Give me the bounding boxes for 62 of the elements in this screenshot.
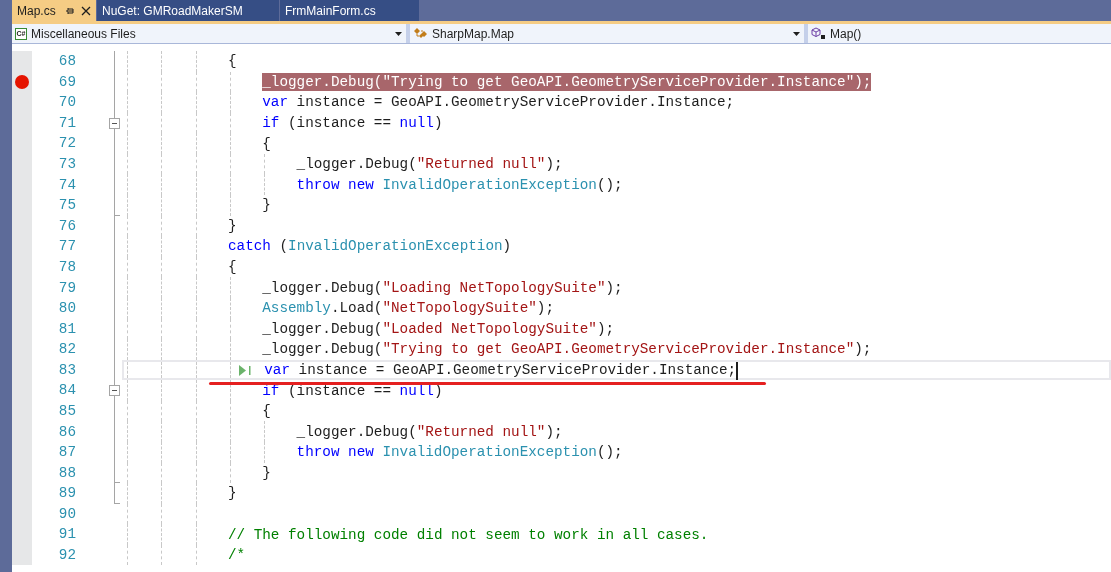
line-number: 86	[58, 424, 76, 439]
code-line: // The following code did not seem to work in all cases.	[227, 525, 709, 544]
line-number: 72	[58, 136, 76, 151]
method-icon	[811, 27, 826, 40]
code-line: var instance = GeoAPI.GeometryServiceProvider.Instance;	[262, 93, 735, 112]
code-line: {	[227, 52, 237, 71]
line-number: 82	[58, 342, 76, 357]
line-number: 80	[58, 301, 76, 316]
line-number: 90	[58, 506, 76, 522]
text-cursor	[736, 361, 738, 380]
editor-tab[interactable]: NuGet: GMRoadMakerSM	[97, 0, 279, 21]
code-line: }	[227, 216, 237, 235]
code-line: }	[262, 463, 271, 482]
line-number: 92	[58, 548, 76, 563]
navigation-dropdown[interactable]: Map()	[808, 24, 1111, 43]
line-number: 76	[58, 218, 76, 234]
code-line: _logger.Debug("Returned null");	[296, 155, 563, 174]
line-number: 78	[58, 259, 76, 275]
code-line: {	[262, 402, 271, 421]
code-line: /*	[227, 546, 246, 565]
line-number: 69	[58, 74, 76, 89]
code-line: Assembly.Load("NetTopologySuite");	[262, 299, 554, 318]
line-number: 87	[58, 445, 76, 460]
editor-tab[interactable]: FrmMainForm.cs	[280, 0, 419, 21]
line-number: 88	[58, 465, 76, 480]
line-number: 91	[58, 527, 76, 542]
code-line: {	[262, 134, 271, 153]
line-number: 83	[58, 362, 76, 378]
line-number: 71	[58, 115, 76, 131]
line-number: 89	[58, 486, 76, 501]
code-line: {	[227, 258, 237, 277]
code-line: _logger.Debug("Trying to get GeoAPI.GeometryServiceProvider.Instance");	[262, 340, 872, 359]
class-icon	[413, 27, 428, 40]
code-line: throw new InvalidOperationException();	[296, 175, 623, 194]
line-number: 70	[58, 95, 76, 110]
line-number: 74	[58, 177, 76, 192]
line-number: 79	[58, 280, 76, 295]
dropdown-arrow-icon[interactable]	[793, 31, 800, 36]
code-line: }	[262, 196, 271, 215]
code-line: _logger.Debug("Loading NetTopologySuite");	[262, 278, 623, 297]
code-line: var instance = GeoAPI.GeometryServiceProvider.Instance;	[264, 360, 737, 379]
code-line: throw new InvalidOperationException();	[296, 443, 623, 462]
line-number: 81	[58, 321, 76, 336]
line-number: 73	[58, 157, 76, 172]
line-number: 84	[58, 383, 76, 398]
code-line: if (instance == null)	[262, 114, 443, 132]
code-line: _logger.Debug("Returned null");	[296, 422, 563, 441]
line-number: 77	[58, 239, 76, 254]
code-line: }	[227, 484, 237, 503]
code-line: catch (InvalidOperationException)	[227, 237, 512, 256]
pin-icon[interactable]	[65, 5, 75, 16]
navigation-dropdown[interactable]: SharpMap.Map	[410, 24, 808, 43]
editor-tab[interactable]: Map.cs	[12, 0, 96, 21]
code-line: _logger.Debug("Loaded NetTopologySuite");	[262, 319, 615, 338]
current-statement-arrow-icon	[238, 364, 251, 376]
close-icon[interactable]	[81, 5, 91, 16]
collapse-toggle[interactable]	[109, 117, 120, 129]
line-number: 75	[58, 198, 76, 213]
line-number: 85	[58, 403, 76, 419]
line-number: 68	[58, 54, 76, 69]
dropdown-arrow-icon[interactable]	[395, 31, 402, 36]
collapse-toggle[interactable]	[109, 385, 120, 397]
